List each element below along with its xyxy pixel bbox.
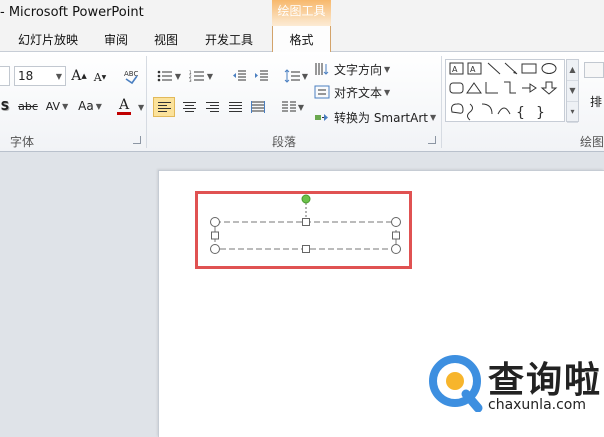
window-title: - Microsoft PowerPoint — [0, 5, 144, 20]
justify-icon — [228, 101, 242, 113]
shrink-font-icon: A — [93, 70, 102, 84]
chevron-down-icon: ▼ — [62, 101, 69, 111]
clear-formatting-icon: ABC — [124, 70, 138, 85]
gallery-up-icon[interactable]: ▲ — [567, 60, 578, 81]
chevron-down-icon: ▼ — [301, 71, 309, 81]
character-spacing-button[interactable]: AV ▼ — [44, 96, 70, 116]
font-color-swatch — [117, 111, 131, 115]
convert-to-smartart-button[interactable]: 转换为 SmartArt ▼ — [314, 107, 438, 127]
text-shadow-icon: S — [0, 99, 10, 113]
font-group-label: 字体 — [10, 135, 35, 149]
group-divider — [146, 56, 147, 148]
chevron-down-icon: ▼ — [55, 72, 62, 81]
text-direction-button[interactable]: 文字方向 ▼ — [314, 60, 404, 78]
clear-formatting-button[interactable]: ABC — [121, 66, 141, 86]
align-right-icon — [205, 101, 219, 113]
align-text-button[interactable]: 对齐文本 ▼ — [314, 83, 404, 101]
distributed-button[interactable] — [248, 97, 268, 117]
tab-review[interactable]: 审阅 — [104, 31, 128, 48]
ribbon: 18 ▼ A ▲ A ▼ ABC S abc AV ▼ Aa ▼ A ▼ 字体 ▼ 12… — [0, 52, 604, 152]
tab-format[interactable]: 格式 — [272, 26, 331, 53]
chevron-down-icon: ▼ — [429, 112, 437, 122]
watermark-text: 查询啦 — [488, 360, 603, 401]
shapes-gallery[interactable]: A A { } — [445, 59, 565, 122]
gallery-more-icon[interactable]: ▾ — [567, 102, 578, 123]
shape-fill-button[interactable] — [584, 62, 604, 78]
decrease-indent-icon — [233, 70, 246, 81]
group-divider — [441, 56, 442, 148]
gallery-down-icon[interactable]: ▼ — [567, 81, 578, 102]
chevron-down-icon: ▼ — [95, 101, 102, 111]
bullets-button[interactable]: ▼ — [155, 67, 183, 85]
align-center-icon — [182, 101, 196, 113]
font-dialog-launcher-icon[interactable] — [133, 136, 141, 144]
increase-indent-icon — [255, 70, 268, 81]
paragraph-dialog-launcher-icon[interactable] — [428, 136, 436, 144]
distributed-icon — [251, 101, 265, 113]
font-color-icon: A — [118, 96, 130, 113]
columns-icon — [281, 101, 296, 112]
text-shadow-button[interactable]: S — [0, 96, 11, 116]
font-name-field-edge[interactable] — [0, 66, 10, 86]
svg-text:}: } — [536, 105, 545, 121]
numbering-button[interactable]: 123 ▼ — [187, 67, 215, 85]
smartart-icon — [315, 114, 328, 121]
chevron-down-icon: ▼ — [384, 64, 391, 74]
character-spacing-icon: AV — [45, 99, 61, 113]
increase-indent-button[interactable] — [252, 67, 270, 85]
align-left-icon — [157, 101, 171, 113]
arrange-button[interactable]: 排 — [588, 92, 604, 110]
tab-view[interactable]: 视图 — [154, 31, 178, 48]
tab-developer[interactable]: 开发工具 — [205, 31, 253, 48]
font-size-value: 18 — [18, 69, 34, 83]
chevron-down-icon: ▼ — [138, 103, 145, 112]
grow-font-icon: A — [71, 68, 82, 84]
chevron-down-icon: ▼ — [384, 87, 391, 97]
strikethrough-button[interactable]: abc — [16, 96, 40, 116]
highlight-annotation-box — [195, 191, 412, 269]
chevron-down-icon: ▼ — [297, 102, 305, 112]
numbering-icon: 123 — [189, 70, 204, 82]
line-spacing-icon — [284, 69, 300, 83]
align-left-button[interactable] — [153, 97, 175, 117]
watermark: 查询啦 chaxunla.com — [428, 354, 604, 414]
arrange-label: 排 — [589, 94, 602, 109]
svg-text:3: 3 — [189, 78, 192, 82]
font-size-select[interactable]: 18 ▼ — [14, 66, 66, 86]
text-direction-icon — [315, 63, 329, 75]
drawing-tools-label: 绘图工具 — [277, 4, 326, 18]
paragraph-group-label: 段落 — [272, 135, 297, 149]
columns-button[interactable]: ▼ — [279, 97, 307, 117]
drawing-group-label: 绘图 — [580, 135, 604, 149]
shapes-gallery-scrollbar[interactable]: ▲ ▼ ▾ — [566, 59, 579, 123]
shrink-font-button[interactable]: A ▼ — [92, 68, 108, 86]
line-spacing-button[interactable]: ▼ — [283, 66, 309, 86]
shapes-gallery-icons: A A { } — [449, 62, 558, 121]
align-center-button[interactable] — [179, 97, 199, 117]
change-case-button[interactable]: Aa ▼ — [76, 96, 104, 116]
chevron-down-icon: ▼ — [206, 71, 214, 81]
svg-text:{: { — [516, 105, 525, 121]
smartart-label: 转换为 SmartArt — [334, 110, 428, 125]
watermark-logo-icon — [429, 355, 483, 412]
align-text-icon — [314, 85, 330, 99]
tab-slide-show[interactable]: 幻灯片放映 — [18, 31, 78, 48]
align-right-button[interactable] — [202, 97, 222, 117]
grow-font-button[interactable]: A ▲ — [70, 66, 88, 86]
strikethrough-icon: abc — [18, 99, 38, 113]
font-color-button[interactable]: A — [110, 94, 138, 118]
change-case-icon: Aa — [78, 99, 94, 113]
watermark-url: chaxunla.com — [488, 397, 586, 413]
svg-text:A: A — [452, 65, 458, 74]
text-direction-label: 文字方向 — [334, 62, 383, 77]
svg-text:A: A — [470, 65, 476, 74]
align-text-label: 对齐文本 — [334, 85, 383, 100]
justify-button[interactable] — [225, 97, 245, 117]
chevron-down-icon: ▼ — [174, 71, 182, 81]
decrease-indent-button[interactable] — [230, 67, 248, 85]
bullets-icon — [157, 70, 172, 82]
